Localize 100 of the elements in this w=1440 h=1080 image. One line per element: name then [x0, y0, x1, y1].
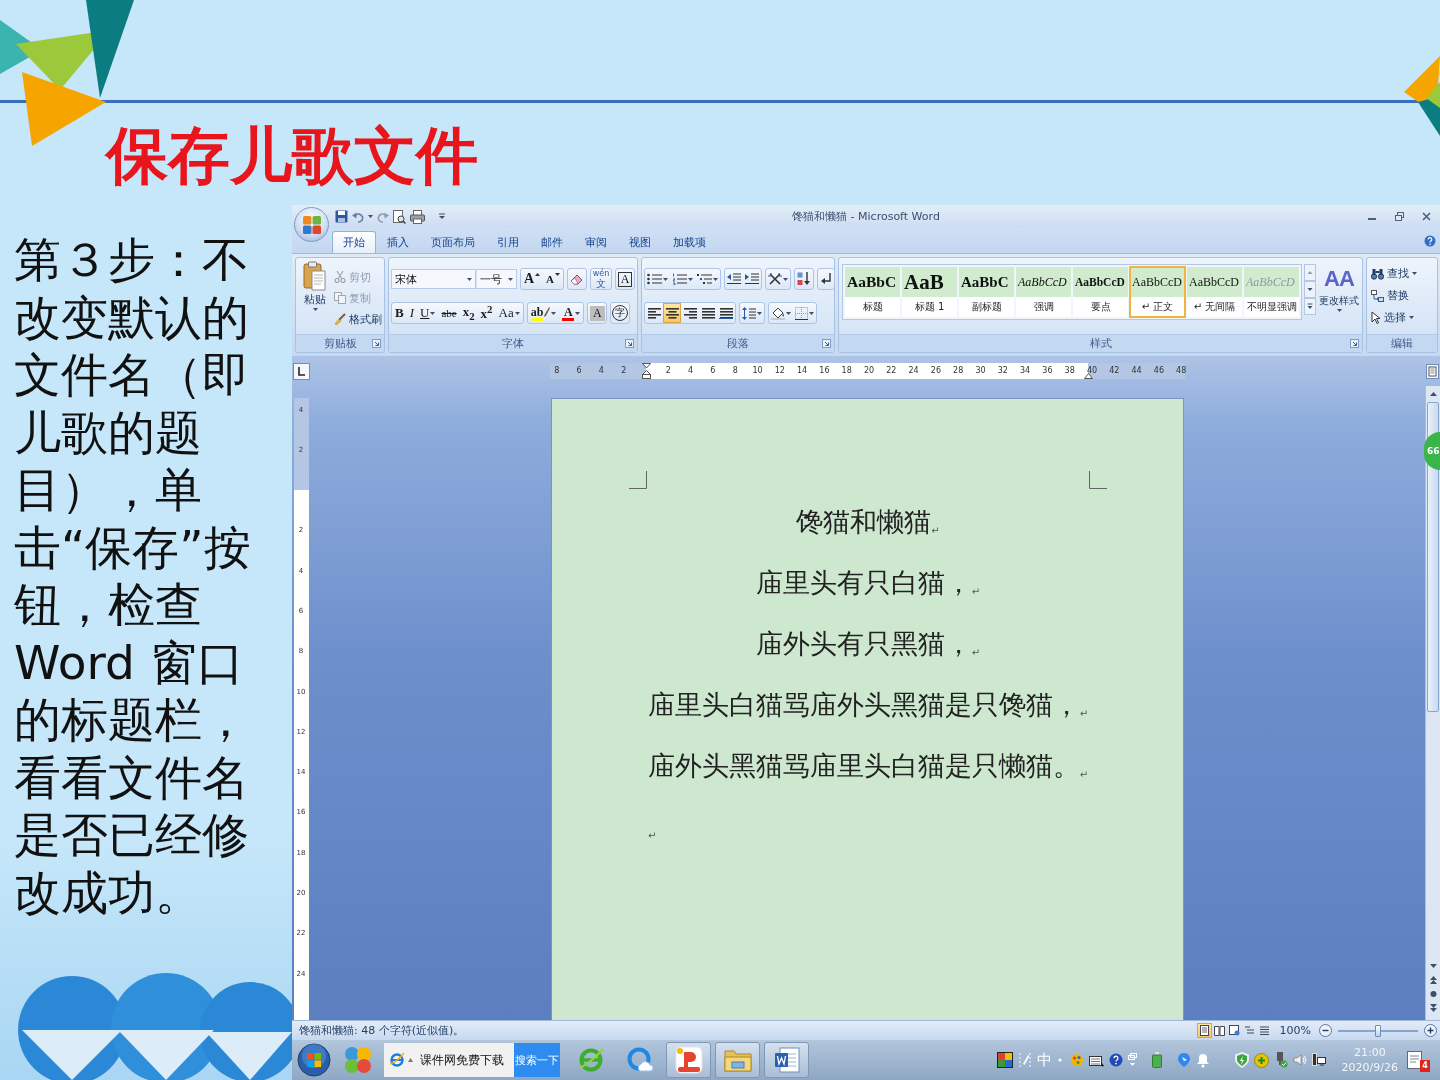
shield-icon[interactable]: [1234, 1052, 1249, 1068]
save-icon[interactable]: [335, 210, 348, 223]
zoom-out-icon[interactable]: [1319, 1024, 1332, 1037]
scroll-down-icon[interactable]: [1427, 961, 1439, 971]
ruler-toggle-icon[interactable]: [1426, 363, 1439, 379]
return-arrow-icon[interactable]: [820, 273, 832, 285]
style-item[interactable]: AaBbCcD ↵ 正文: [1130, 267, 1185, 317]
underline-button[interactable]: U: [417, 303, 439, 323]
ribbon-tab[interactable]: 加载项: [662, 231, 717, 253]
undo-icon[interactable]: [352, 210, 364, 223]
view-button[interactable]: [1196, 1023, 1212, 1038]
justify-icon: [701, 307, 715, 319]
style-item[interactable]: AaB 标题 1: [902, 267, 957, 317]
style-item[interactable]: AaBbC 副标题: [959, 267, 1014, 317]
usb-drive-icon[interactable]: [1151, 1052, 1162, 1068]
zoom-in-icon[interactable]: [1424, 1024, 1437, 1037]
scrollbar-thumb[interactable]: [1427, 402, 1439, 712]
style-item[interactable]: AaBbC 标题: [845, 267, 900, 317]
clear-format-button[interactable]: [567, 268, 587, 290]
previous-page-icon[interactable]: [1427, 974, 1439, 986]
ribbon-tab[interactable]: 审阅: [574, 231, 618, 253]
zoom-slider-thumb[interactable]: [1375, 1024, 1381, 1037]
ribbon-tab[interactable]: 邮件: [530, 231, 574, 253]
print-icon[interactable]: [410, 209, 425, 224]
paint-bucket-icon[interactable]: [771, 306, 785, 320]
select-button[interactable]: 选择: [1371, 307, 1437, 328]
help-icon[interactable]: [1424, 234, 1436, 247]
document-text: 庙里头有只白猫，: [755, 566, 972, 599]
scroll-up-icon[interactable]: [1427, 389, 1439, 399]
next-page-icon[interactable]: [1427, 1002, 1439, 1014]
monitor-icon[interactable]: [1311, 1052, 1326, 1068]
numbered-list-icon[interactable]: [672, 273, 687, 285]
style-item[interactable]: AaBbCcD 要点: [1073, 267, 1128, 317]
ribbon-tab[interactable]: 引用: [486, 231, 530, 253]
bold-button[interactable]: B: [392, 303, 407, 323]
dialog-launcher-icon[interactable]: [1350, 339, 1359, 348]
character-border-button[interactable]: A: [615, 268, 635, 290]
subscript-button[interactable]: x$_{2}$: [459, 303, 478, 323]
grow-font-button[interactable]: A: [520, 269, 544, 289]
highlight-button[interactable]: ab: [527, 303, 560, 323]
plus-circle-icon[interactable]: [1253, 1052, 1269, 1068]
increase-indent-icon[interactable]: [745, 273, 759, 285]
enclose-character-button[interactable]: 字: [610, 302, 631, 324]
format-painter-button[interactable]: 格式刷: [334, 309, 382, 329]
customize-caret-icon[interactable]: [439, 213, 445, 220]
right-indent-icon[interactable]: [1083, 373, 1093, 379]
font-size-field[interactable]: 一号: [476, 269, 517, 289]
notes-icon[interactable]: [1406, 1050, 1424, 1070]
windows-logo-icon[interactable]: [297, 1043, 331, 1077]
bullet-list-icon[interactable]: [647, 273, 662, 285]
style-item[interactable]: AaBbCcD 强调: [1016, 267, 1071, 317]
mosaic-icon[interactable]: [996, 1052, 1013, 1068]
ribbon-tab[interactable]: 页面布局: [420, 231, 486, 253]
line-spacing-icon[interactable]: [742, 306, 756, 320]
close-icon[interactable]: [1422, 212, 1431, 221]
ribbon-tab[interactable]: 插入: [376, 231, 420, 253]
superscript-button[interactable]: x$^{2}$: [477, 303, 496, 323]
font-color-button[interactable]: A: [559, 303, 584, 323]
group-label: 字体: [502, 336, 524, 351]
ribbon-tab[interactable]: 开始: [332, 231, 376, 253]
shrink-font-button[interactable]: A: [543, 269, 563, 289]
scroll-down-icon[interactable]: [1304, 281, 1316, 298]
dialog-launcher-icon[interactable]: [625, 339, 634, 348]
dialog-launcher-icon[interactable]: [372, 339, 381, 348]
paintbrush-icon: [334, 313, 346, 325]
help-icon[interactable]: [1108, 1053, 1123, 1067]
view-button[interactable]: [1211, 1023, 1227, 1038]
decrease-indent-icon[interactable]: [727, 273, 741, 285]
taskbar-button[interactable]: [764, 1042, 809, 1078]
dialog-launcher-icon[interactable]: [822, 339, 831, 348]
phonetic-guide-button[interactable]: wén 文: [590, 268, 612, 290]
strikethrough-button[interactable]: abe: [438, 303, 460, 323]
font-name-field[interactable]: 宋体: [391, 269, 477, 289]
replace-button[interactable]: 替换: [1371, 285, 1437, 306]
character-shading-button[interactable]: A: [587, 302, 608, 324]
border-grid-icon[interactable]: [795, 306, 808, 320]
change-case-button[interactable]: Aa: [495, 303, 523, 323]
colored-circles-icon[interactable]: [342, 1045, 373, 1075]
ribbon-tab[interactable]: 视图: [618, 231, 662, 253]
app-tile-icon[interactable]: [674, 1046, 703, 1074]
print-preview-icon[interactable]: [393, 209, 406, 224]
text-layout-icon[interactable]: [768, 273, 782, 285]
find-button[interactable]: 查找: [1371, 263, 1437, 284]
align-center-button[interactable]: [663, 303, 681, 323]
taskbar-button[interactable]: [666, 1042, 711, 1078]
multilevel-list-icon[interactable]: [697, 273, 712, 285]
more-icon[interactable]: [1304, 298, 1316, 315]
change-styles-button[interactable]: AA 更改样式: [1318, 264, 1360, 312]
style-item[interactable]: AaBbCcD ↵ 无间隔: [1187, 267, 1242, 317]
restore-icon[interactable]: [1395, 212, 1404, 221]
tab-stop-icon[interactable]: [292, 362, 310, 380]
style-item[interactable]: AaBbCcD 不明显强调: [1244, 267, 1299, 317]
search-field[interactable]: 课件网免费下载: [384, 1043, 514, 1077]
indent-marker-icon[interactable]: [641, 363, 651, 379]
italic-button[interactable]: I: [406, 303, 417, 323]
view-button[interactable]: [1226, 1023, 1242, 1038]
ring-cloud-icon[interactable]: [625, 1046, 654, 1074]
document-icon[interactable]: [772, 1046, 801, 1074]
keyboard-icon[interactable]: [1088, 1053, 1104, 1067]
paste-button[interactable]: 粘贴: [299, 261, 331, 334]
